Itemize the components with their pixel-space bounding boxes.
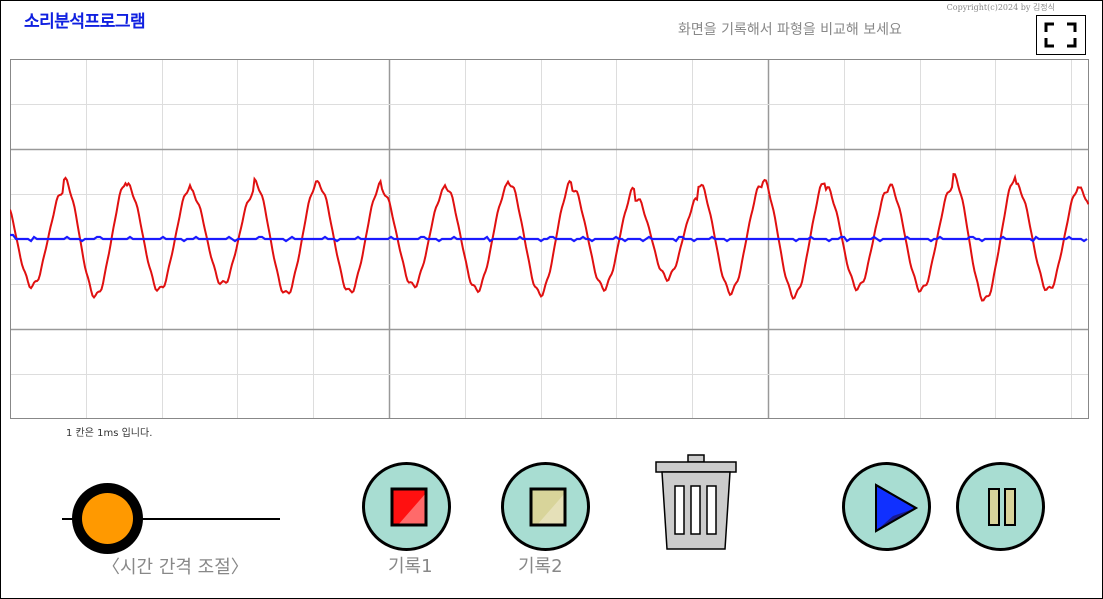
record2-label: 기록2 (518, 556, 563, 577)
live-waveform (10, 233, 1088, 243)
copyright-notice: Copyright(c)2024 by 김정식 (946, 3, 1055, 12)
fullscreen-icon (1044, 22, 1077, 48)
record1-icon (390, 487, 428, 527)
pause-button[interactable] (956, 462, 1045, 551)
time-interval-slider-label: 〈시간 간격 조절〉 (102, 557, 249, 578)
record2-button[interactable] (501, 462, 590, 551)
trash-icon (655, 454, 737, 550)
record2-icon (529, 487, 567, 527)
record1-button[interactable] (362, 462, 451, 551)
instruction-hint: 화면을 기록해서 파형을 비교해 보세요 (678, 22, 902, 38)
pause-icon (988, 488, 1016, 526)
app-title: 소리분석프로그램 (24, 12, 146, 32)
oscilloscope-display (10, 59, 1089, 419)
time-interval-slider-knob[interactable] (72, 483, 143, 554)
play-icon (875, 483, 919, 533)
grid-scale-note: 1 칸은 1ms 입니다. (66, 428, 153, 439)
play-button[interactable] (842, 462, 931, 551)
record1-label: 기록1 (388, 556, 433, 577)
trash-button[interactable] (654, 453, 738, 553)
fullscreen-button[interactable] (1036, 15, 1086, 55)
